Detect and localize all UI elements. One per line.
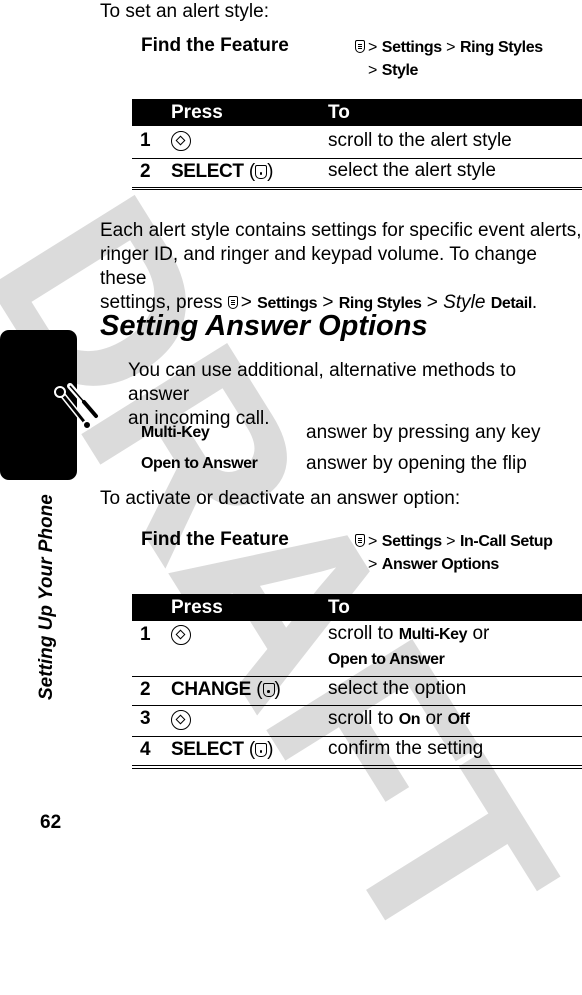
table-row: 1 scroll to Multi-Key or Open to Answer <box>132 621 582 677</box>
table-row: 4 SELECT () confirm the setting <box>132 737 582 766</box>
list-item: Multi-Key answer by pressing any key <box>141 422 541 443</box>
table-row: 3 scroll to On or Off <box>132 706 582 737</box>
menu-key-icon <box>227 296 238 309</box>
menu-key-icon <box>355 534 365 547</box>
alert-style-paragraph: Each alert style contains settings for s… <box>100 220 582 313</box>
table-end-rule <box>132 189 582 190</box>
menu-path-2: > Settings > In-Call Setup > Answer Opti… <box>355 530 553 576</box>
nav-key-icon <box>171 625 191 645</box>
nav-key-icon <box>171 710 191 730</box>
soft-key-icon <box>262 683 275 697</box>
activate-text: To activate or deactivate an answer opti… <box>100 488 461 509</box>
table-end-rule <box>132 768 582 769</box>
header-press: Press <box>171 597 223 618</box>
soft-key-icon <box>255 165 268 179</box>
header-to: To <box>328 102 350 123</box>
page-number: 62 <box>40 812 62 833</box>
nav-key-icon <box>171 131 191 151</box>
side-label: Setting Up Your Phone <box>36 494 57 700</box>
alert-style-intro: To set an alert style: <box>100 1 269 22</box>
table-row: 1 scroll to the alert style <box>132 126 582 159</box>
table-row: 2 CHANGE () select the option <box>132 677 582 706</box>
soft-key-icon <box>255 743 268 757</box>
find-feature-label-1: Find the Feature <box>141 35 289 56</box>
find-feature-label-2: Find the Feature <box>141 529 289 550</box>
header-press: Press <box>171 102 223 123</box>
header-to: To <box>328 597 350 618</box>
list-item: Open to Answer answer by opening the fli… <box>141 453 527 474</box>
table-row: 2 SELECT () select the alert style <box>132 159 582 188</box>
section-heading: Setting Answer Options <box>100 310 428 342</box>
menu-path-1: > Settings > Ring Styles > Style <box>355 36 543 82</box>
wrench-screwdriver-icon <box>54 383 99 430</box>
menu-key-icon <box>355 40 365 53</box>
table-header-2: Press To <box>132 594 582 621</box>
table-header-1: Press To <box>132 99 582 126</box>
option-list: Multi-Key answer by pressing any key Ope… <box>141 421 581 483</box>
